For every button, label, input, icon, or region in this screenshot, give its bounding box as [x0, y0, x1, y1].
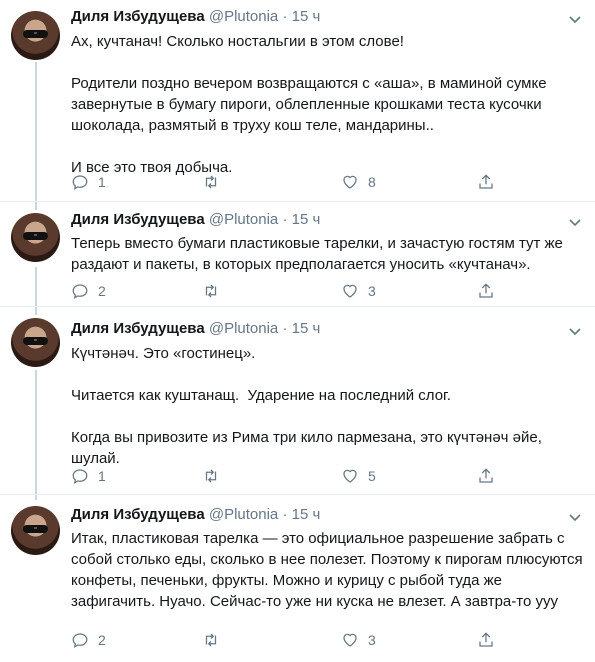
tweet-text: Ах, кучтанач! Сколько ностальгии в этом …: [71, 31, 585, 178]
reply-count: 1: [98, 174, 106, 190]
tweet[interactable]: Диля Избудущева @Plutonia · 15 ч Итак, п…: [0, 495, 595, 662]
author-name[interactable]: Диля Избудущева: [71, 320, 205, 337]
like-button[interactable]: 3: [341, 282, 376, 300]
separator-dot: ·: [282, 506, 288, 523]
reply-icon: [72, 175, 88, 191]
tweet[interactable]: Диля Избудущева @Plutonia · 15 ч Күчтәнә…: [0, 307, 595, 494]
author-handle[interactable]: @Plutonia: [209, 8, 278, 25]
tweet-time[interactable]: 15 ч: [292, 8, 321, 25]
avatar[interactable]: [11, 11, 60, 60]
share-button[interactable]: [477, 467, 495, 485]
reply-icon: [72, 469, 88, 485]
tweet-actions: 1 5: [71, 467, 511, 487]
avatar[interactable]: [11, 318, 60, 367]
like-count: 3: [368, 632, 376, 648]
retweet-icon: [205, 469, 217, 483]
chevron-down-icon[interactable]: [567, 323, 583, 339]
author-name[interactable]: Диля Избудущева: [71, 8, 205, 25]
reply-button[interactable]: 1: [71, 173, 106, 191]
author-handle[interactable]: @Plutonia: [209, 211, 278, 228]
tweet-paragraph: Ах, кучтанач! Сколько ностальгии в этом …: [71, 33, 404, 50]
retweet-icon: [205, 175, 217, 189]
author-handle[interactable]: @Plutonia: [209, 506, 278, 523]
share-icon: [479, 632, 493, 647]
heart-icon: [343, 284, 357, 298]
separator-dot: ·: [282, 8, 288, 25]
tweet-actions: 2 3: [71, 631, 511, 651]
share-button[interactable]: [477, 631, 495, 649]
reply-button[interactable]: 2: [71, 282, 106, 300]
tweet-paragraph: Теперь вместо бумаги пластиковые тарелки…: [71, 235, 568, 273]
tweet-header: Диля Избудущева @Plutonia · 15 ч: [71, 211, 320, 231]
share-icon: [479, 174, 493, 189]
heart-icon: [343, 633, 357, 647]
reply-icon: [72, 284, 88, 300]
author-handle[interactable]: @Plutonia: [209, 320, 278, 337]
tweet[interactable]: Диля Избудущева @Plutonia · 15 ч Ах, куч…: [0, 0, 595, 201]
heart-icon: [343, 175, 357, 189]
tweet-actions: 2 3: [71, 282, 511, 302]
tweet-text: Теперь вместо бумаги пластиковые тарелки…: [71, 233, 585, 275]
reply-button[interactable]: 2: [71, 631, 106, 649]
retweet-button[interactable]: [202, 282, 229, 300]
tweet-paragraph: Родители поздно вечером возвращаются с «…: [71, 75, 551, 134]
tweet-header: Диля Избудущева @Plutonia · 15 ч: [71, 8, 320, 28]
tweet-paragraph: Итак, пластиковая тарелка — это официаль…: [71, 530, 587, 610]
like-button[interactable]: 8: [341, 173, 376, 191]
reply-count: 2: [98, 632, 106, 648]
like-count: 5: [368, 468, 376, 484]
like-button[interactable]: 5: [341, 467, 376, 485]
like-count: 3: [368, 283, 376, 299]
reply-count: 2: [98, 283, 106, 299]
chevron-down-icon[interactable]: [567, 214, 583, 230]
tweet-paragraph: Күчтәнәч. Это «гостинец».: [71, 345, 256, 362]
tweet-time[interactable]: 15 ч: [292, 211, 321, 228]
tweet-time[interactable]: 15 ч: [292, 320, 321, 337]
share-button[interactable]: [477, 173, 495, 191]
separator-dot: ·: [282, 211, 288, 228]
tweet-text: Итак, пластиковая тарелка — это официаль…: [71, 528, 585, 612]
tweet[interactable]: Диля Избудущева @Plutonia · 15 ч Теперь …: [0, 202, 595, 306]
tweet-header: Диля Избудущева @Plutonia · 15 ч: [71, 506, 320, 526]
reply-icon: [72, 633, 88, 649]
reply-button[interactable]: 1: [71, 467, 106, 485]
chevron-down-icon[interactable]: [567, 11, 583, 27]
share-icon: [479, 283, 493, 298]
share-button[interactable]: [477, 282, 495, 300]
retweet-button[interactable]: [202, 467, 229, 485]
tweet-paragraph: Когда вы привозите из Рима три кило парм…: [71, 429, 547, 467]
share-icon: [479, 468, 493, 483]
tweet-time[interactable]: 15 ч: [292, 506, 321, 523]
chevron-down-icon[interactable]: [567, 509, 583, 525]
retweet-icon: [205, 633, 217, 647]
heart-icon: [343, 469, 357, 483]
tweet-text: Күчтәнәч. Это «гостинец». Читается как к…: [71, 343, 585, 469]
retweet-button[interactable]: [202, 173, 229, 191]
reply-count: 1: [98, 468, 106, 484]
tweet-header: Диля Избудущева @Plutonia · 15 ч: [71, 320, 320, 340]
like-button[interactable]: 3: [341, 631, 376, 649]
retweet-button[interactable]: [202, 631, 229, 649]
avatar[interactable]: [11, 506, 60, 555]
tweet-paragraph: Читается как куштанащ. Ударение на после…: [71, 387, 451, 404]
like-count: 8: [368, 174, 376, 190]
separator-dot: ·: [282, 320, 288, 337]
author-name[interactable]: Диля Избудущева: [71, 506, 205, 523]
avatar[interactable]: [11, 213, 60, 262]
retweet-icon: [205, 284, 217, 298]
tweet-actions: 1 8: [71, 173, 511, 193]
author-name[interactable]: Диля Избудущева: [71, 211, 205, 228]
